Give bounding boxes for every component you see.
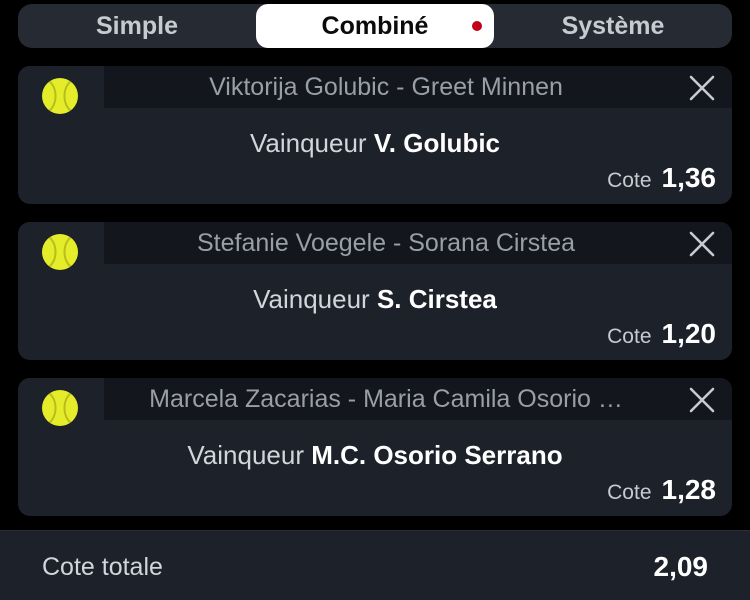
odds: Cote 1,20 [607, 318, 716, 350]
odds: Cote 1,28 [607, 474, 716, 506]
odds-value: 1,36 [661, 162, 717, 193]
sport-badge [18, 378, 104, 434]
selection-name: V. Golubic [373, 128, 501, 158]
bet-card: Viktorija Golubic - Greet Minnen Vainque… [18, 66, 732, 204]
close-icon[interactable] [688, 386, 716, 414]
tab-label: Simple [96, 11, 178, 40]
bet-type-tabs: Simple Combiné Système [18, 4, 732, 48]
tab-simple[interactable]: Simple [18, 4, 256, 48]
odds-value: 1,20 [661, 318, 717, 349]
tab-systeme[interactable]: Système [494, 4, 732, 48]
bet-selection: Vainqueur S. Cirstea [18, 284, 732, 315]
bet-card: Marcela Zacarias - Maria Camila Osorio …… [18, 378, 732, 516]
total-odds-value: 2,09 [653, 551, 709, 582]
tennis-ball-icon [42, 234, 78, 270]
tab-label: Système [561, 11, 665, 40]
close-icon[interactable] [688, 230, 716, 258]
total-odds-label: Cote totale [42, 553, 163, 581]
market-label: Vainqueur [249, 128, 367, 158]
sport-badge [18, 222, 104, 278]
match-title: Marcela Zacarias - Maria Camila Osorio … [149, 384, 623, 413]
odds-label: Cote [607, 481, 652, 504]
tab-label: Combiné [321, 11, 429, 40]
odds-label: Cote [607, 325, 652, 348]
bet-selection: Vainqueur V. Golubic [18, 128, 732, 159]
sport-badge [18, 66, 104, 122]
selection-name: M.C. Osorio Serrano [311, 440, 563, 470]
tab-combine[interactable]: Combiné [256, 4, 494, 48]
market-label: Vainqueur [253, 284, 370, 314]
bet-card: Stefanie Voegele - Sorana Cirstea Vainqu… [18, 222, 732, 360]
active-indicator-dot [472, 21, 482, 31]
selection-name: S. Cirstea [376, 284, 497, 314]
close-icon[interactable] [688, 74, 716, 102]
market-label: Vainqueur [187, 440, 304, 470]
odds-label: Cote [607, 169, 652, 192]
bet-selection: Vainqueur M.C. Osorio Serrano [18, 440, 732, 471]
match-title: Viktorija Golubic - Greet Minnen [209, 72, 563, 101]
tennis-ball-icon [42, 78, 78, 114]
tennis-ball-icon [42, 390, 78, 426]
total-odds-bar: Cote totale 2,09 [0, 530, 750, 600]
match-title: Stefanie Voegele - Sorana Cirstea [196, 228, 575, 257]
odds-value: 1,28 [661, 474, 717, 505]
odds: Cote 1,36 [607, 162, 716, 194]
